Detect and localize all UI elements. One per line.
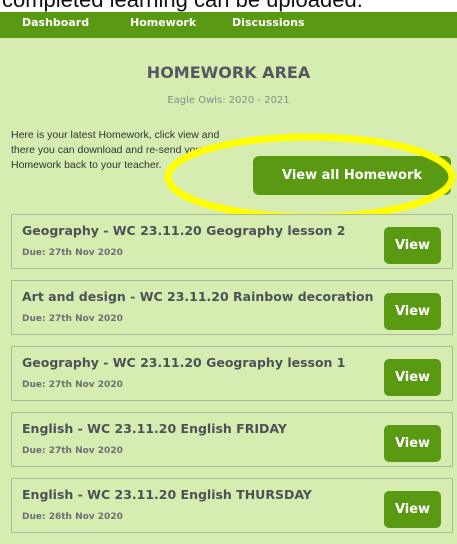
- nav-item-dashboard[interactable]: Dashboard: [22, 16, 89, 29]
- intro-text: Here is your latest Homework, click view…: [11, 129, 220, 171]
- view-button[interactable]: View: [384, 227, 441, 264]
- homework-due-date: Due: 27th Nov 2020: [22, 314, 123, 324]
- homework-title: English - WC 23.11.20 English THURSDAY: [22, 487, 312, 502]
- homework-due-date: Due: 27th Nov 2020: [22, 380, 123, 390]
- view-button[interactable]: View: [384, 359, 441, 396]
- homework-title: English - WC 23.11.20 English FRIDAY: [22, 421, 287, 436]
- view-all-homework-button[interactable]: View all Homework: [253, 156, 451, 195]
- homework-due-date: Due: 27th Nov 2020: [22, 446, 123, 456]
- homework-item: English - WC 23.11.20 English FRIDAY Due…: [11, 412, 453, 467]
- top-navbar: Dashboard Homework Discussions: [0, 12, 457, 38]
- homework-due-date: Due: 27th Nov 2020: [22, 248, 123, 258]
- homework-item: Geography - WC 23.11.20 Geography lesson…: [11, 346, 453, 401]
- view-button[interactable]: View: [384, 425, 441, 462]
- homework-item: Geography - WC 23.11.20 Geography lesson…: [11, 214, 453, 269]
- class-subtitle: Eagle Owls: 2020 - 2021: [167, 95, 290, 106]
- caption-text: completed learning can be uploaded.: [2, 0, 363, 12]
- view-button[interactable]: View: [384, 491, 441, 528]
- homework-item: Art and design - WC 23.11.20 Rainbow dec…: [11, 280, 453, 335]
- nav-item-homework[interactable]: Homework: [130, 16, 196, 29]
- homework-title: Geography - WC 23.11.20 Geography lesson…: [22, 355, 346, 370]
- homework-due-date: Due: 26th Nov 2020: [22, 512, 123, 522]
- caption-strip: completed learning can be uploaded.: [0, 0, 457, 12]
- page-title: HOMEWORK AREA: [146, 63, 311, 82]
- homework-item: English - WC 23.11.20 English THURSDAY D…: [11, 478, 453, 533]
- nav-item-discussions[interactable]: Discussions: [232, 16, 305, 29]
- homework-title: Art and design - WC 23.11.20 Rainbow dec…: [22, 289, 374, 304]
- view-button[interactable]: View: [384, 293, 441, 330]
- homework-list: Geography - WC 23.11.20 Geography lesson…: [11, 214, 453, 544]
- homework-title: Geography - WC 23.11.20 Geography lesson…: [22, 223, 346, 238]
